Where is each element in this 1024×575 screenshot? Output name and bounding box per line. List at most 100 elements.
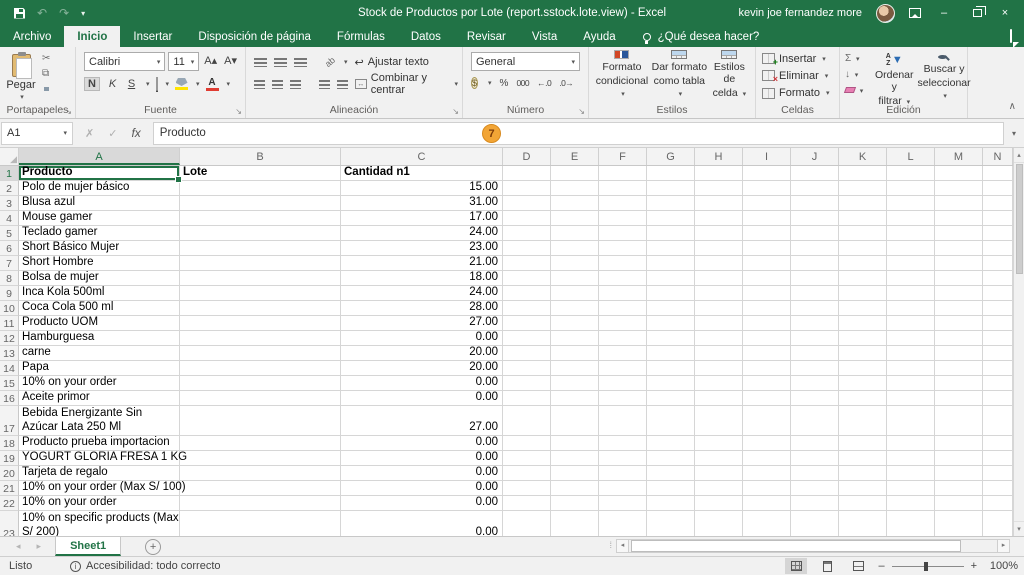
align-middle-button[interactable] [274, 58, 287, 67]
cell-B4[interactable] [180, 211, 341, 226]
cell-H15[interactable] [695, 376, 743, 391]
row-header-10[interactable]: 10 [0, 301, 19, 316]
row-header-1[interactable]: 1 [0, 166, 19, 181]
decrease-decimal-button[interactable]: .0→ [559, 78, 573, 88]
cell-M5[interactable] [935, 226, 983, 241]
cell-L20[interactable] [887, 466, 935, 481]
restore-button[interactable] [973, 9, 982, 17]
cell-D23[interactable] [503, 511, 551, 536]
tab-revisar[interactable]: Revisar [454, 26, 519, 47]
cell-K1[interactable] [839, 166, 887, 181]
formula-input[interactable]: Producto [153, 122, 1004, 145]
cell-J20[interactable] [791, 466, 839, 481]
cell-G10[interactable] [647, 301, 695, 316]
cell-K6[interactable] [839, 241, 887, 256]
cell-A21[interactable]: 10% on your order (Max S/ 100) [19, 481, 180, 496]
column-header-B[interactable]: B [180, 148, 341, 165]
cell-E6[interactable] [551, 241, 599, 256]
cell-B21[interactable] [180, 481, 341, 496]
row-header-12[interactable]: 12 [0, 331, 19, 346]
cell-G23[interactable] [647, 511, 695, 536]
increase-decimal-button[interactable]: ←.0 [537, 78, 551, 88]
cell-J22[interactable] [791, 496, 839, 511]
cell-L5[interactable] [887, 226, 935, 241]
cell-F3[interactable] [599, 196, 647, 211]
cell-K3[interactable] [839, 196, 887, 211]
scroll-down-icon[interactable]: ▾ [1014, 521, 1024, 536]
cell-D20[interactable] [503, 466, 551, 481]
cell-K12[interactable] [839, 331, 887, 346]
cell-H8[interactable] [695, 271, 743, 286]
cell-J12[interactable] [791, 331, 839, 346]
cell-J17[interactable] [791, 406, 839, 436]
row-header-11[interactable]: 11 [0, 316, 19, 331]
cell-C17[interactable]: 27.00 [341, 406, 503, 436]
cell-K14[interactable] [839, 361, 887, 376]
increase-indent-button[interactable] [337, 80, 348, 89]
avatar[interactable] [876, 4, 895, 23]
cell-J6[interactable] [791, 241, 839, 256]
cell-E12[interactable] [551, 331, 599, 346]
cell-C9[interactable]: 24.00 [341, 286, 503, 301]
cell-G4[interactable] [647, 211, 695, 226]
cell-C23[interactable]: 0.00 [341, 511, 503, 536]
cell-A23[interactable]: 10% on specific products (Max S/ 200) [19, 511, 180, 536]
cell-M13[interactable] [935, 346, 983, 361]
cell-C3[interactable]: 31.00 [341, 196, 503, 211]
scroll-up-icon[interactable]: ▴ [1014, 148, 1024, 163]
insert-function-icon[interactable]: fx [131, 126, 140, 140]
column-header-K[interactable]: K [839, 148, 887, 165]
row-header-21[interactable]: 21 [0, 481, 19, 496]
cell-M2[interactable] [935, 181, 983, 196]
cell-N3[interactable] [983, 196, 1013, 211]
cell-N5[interactable] [983, 226, 1013, 241]
view-page-layout-button[interactable] [816, 558, 838, 574]
cell-J11[interactable] [791, 316, 839, 331]
italic-button[interactable]: K [106, 78, 119, 90]
tab-ayuda[interactable]: Ayuda [570, 26, 628, 47]
cell-G22[interactable] [647, 496, 695, 511]
cell-K5[interactable] [839, 226, 887, 241]
cell-L1[interactable] [887, 166, 935, 181]
cell-D11[interactable] [503, 316, 551, 331]
cell-H18[interactable] [695, 436, 743, 451]
row-header-13[interactable]: 13 [0, 346, 19, 361]
cell-G18[interactable] [647, 436, 695, 451]
cell-B16[interactable] [180, 391, 341, 406]
cell-E14[interactable] [551, 361, 599, 376]
cell-I22[interactable] [743, 496, 791, 511]
autosum-button[interactable]: Σ ▾ [845, 53, 871, 66]
cell-N12[interactable] [983, 331, 1013, 346]
cell-G5[interactable] [647, 226, 695, 241]
cell-F5[interactable] [599, 226, 647, 241]
column-header-F[interactable]: F [599, 148, 647, 165]
cell-K10[interactable] [839, 301, 887, 316]
cell-E17[interactable] [551, 406, 599, 436]
cell-C13[interactable]: 20.00 [341, 346, 503, 361]
row-header-16[interactable]: 16 [0, 391, 19, 406]
row-header-23[interactable]: 23 [0, 511, 19, 536]
cell-M11[interactable] [935, 316, 983, 331]
cell-N18[interactable] [983, 436, 1013, 451]
cell-G17[interactable] [647, 406, 695, 436]
borders-button[interactable] [156, 78, 158, 90]
cell-D17[interactable] [503, 406, 551, 436]
cell-H22[interactable] [695, 496, 743, 511]
cell-F6[interactable] [599, 241, 647, 256]
cell-K23[interactable] [839, 511, 887, 536]
view-normal-button[interactable] [785, 558, 807, 574]
sheet-tab-sheet1[interactable]: Sheet1 [55, 537, 121, 556]
cell-E10[interactable] [551, 301, 599, 316]
add-sheet-button[interactable]: + [145, 539, 161, 555]
cell-J16[interactable] [791, 391, 839, 406]
cell-J18[interactable] [791, 436, 839, 451]
cell-I10[interactable] [743, 301, 791, 316]
cell-K13[interactable] [839, 346, 887, 361]
cell-H13[interactable] [695, 346, 743, 361]
align-center-button[interactable] [272, 80, 283, 89]
zoom-slider[interactable] [892, 566, 964, 567]
cell-G13[interactable] [647, 346, 695, 361]
column-header-N[interactable]: N [983, 148, 1013, 165]
zoom-out-button[interactable]: – [878, 560, 884, 572]
cell-A18[interactable]: Producto prueba importacion [19, 436, 180, 451]
